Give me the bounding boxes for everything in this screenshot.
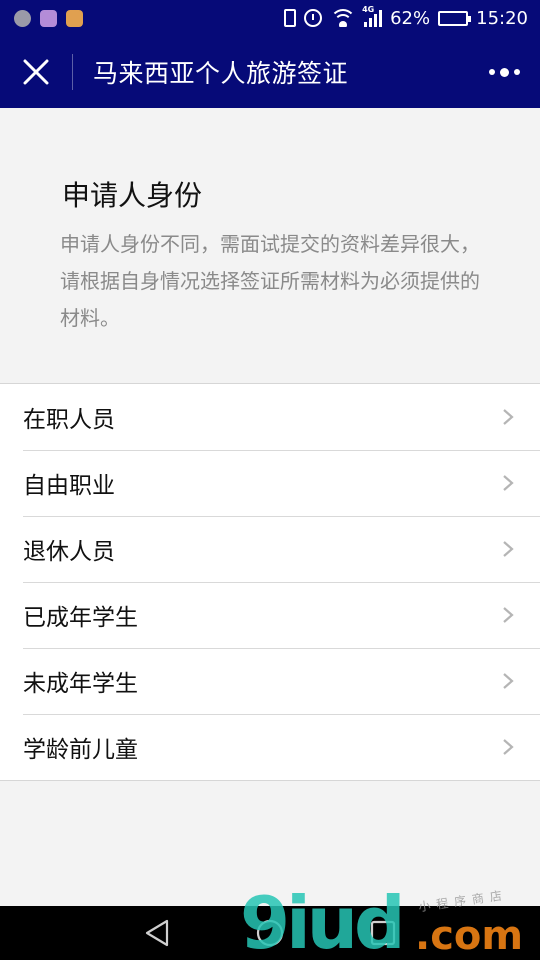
- list-item-retired[interactable]: 退休人员: [0, 516, 540, 582]
- close-button[interactable]: [0, 36, 72, 108]
- network-type-label: 4G: [362, 5, 375, 14]
- intro-section: 申请人身份 申请人身份不同，需面试提交的资料差异很大，请根据自身情况选择签证所需…: [0, 108, 540, 383]
- notification-icons: [14, 9, 83, 27]
- close-icon: [23, 59, 49, 85]
- list-item-minor-student[interactable]: 未成年学生: [0, 648, 540, 714]
- list-item-employed[interactable]: 在职人员: [0, 384, 540, 450]
- home-button[interactable]: [240, 906, 300, 960]
- list-item-label: 已成年学生: [23, 605, 138, 631]
- home-circle-icon: [256, 919, 284, 947]
- more-button[interactable]: [468, 36, 540, 108]
- more-dot-icon: [513, 69, 520, 75]
- clock: 15:20: [476, 7, 528, 29]
- signal-icon: 4G: [362, 5, 383, 28]
- more-dot-icon: [499, 67, 509, 77]
- list-item-label: 在职人员: [23, 407, 115, 433]
- battery-icon: [438, 8, 472, 28]
- chevron-right-icon: [488, 384, 528, 450]
- list-item-label: 自由职业: [23, 473, 115, 499]
- gallery-notification-icon: [40, 9, 57, 27]
- recents-button[interactable]: [353, 906, 413, 960]
- list-item-freelancer[interactable]: 自由职业: [0, 450, 540, 516]
- system-icons: 4G 62% 15:20: [284, 5, 528, 29]
- back-triangle-icon: [145, 919, 168, 947]
- section-description: 申请人身份不同，需面试提交的资料差异很大，请根据自身情况选择签证所需材料为必须提…: [60, 232, 480, 330]
- status-bar: 4G 62% 15:20: [0, 0, 540, 36]
- chevron-right-icon: [488, 450, 528, 516]
- alarm-icon: [304, 8, 323, 28]
- navigation-bar: 马来西亚个人旅游签证: [0, 36, 540, 108]
- app-notification-icon: [14, 9, 31, 27]
- list-item-preschool-child[interactable]: 学龄前儿童: [0, 714, 540, 780]
- chevron-right-icon: [488, 714, 528, 780]
- page-title: 马来西亚个人旅游签证: [93, 59, 349, 88]
- nav-divider: [72, 54, 73, 90]
- app-notification-icon-2: [66, 9, 83, 27]
- applicant-type-list: 在职人员 自由职业 退休人员 已成年学生 未成年学生 学龄前儿童: [0, 383, 540, 781]
- list-item-adult-student[interactable]: 已成年学生: [0, 582, 540, 648]
- wifi-icon: [330, 8, 357, 28]
- list-item-label: 退休人员: [23, 539, 115, 565]
- system-navigation-bar: [0, 906, 540, 960]
- battery-percent: 62%: [390, 7, 431, 29]
- list-item-label: 未成年学生: [23, 671, 138, 697]
- more-dot-icon: [488, 69, 495, 75]
- section-title: 申请人身份: [62, 179, 203, 212]
- chevron-right-icon: [488, 516, 528, 582]
- list-item-label: 学龄前儿童: [23, 737, 138, 763]
- recents-square-icon: [371, 920, 396, 946]
- chevron-right-icon: [488, 648, 528, 714]
- vibrate-icon: [284, 8, 297, 28]
- chevron-right-icon: [488, 582, 528, 648]
- back-button[interactable]: [127, 906, 187, 960]
